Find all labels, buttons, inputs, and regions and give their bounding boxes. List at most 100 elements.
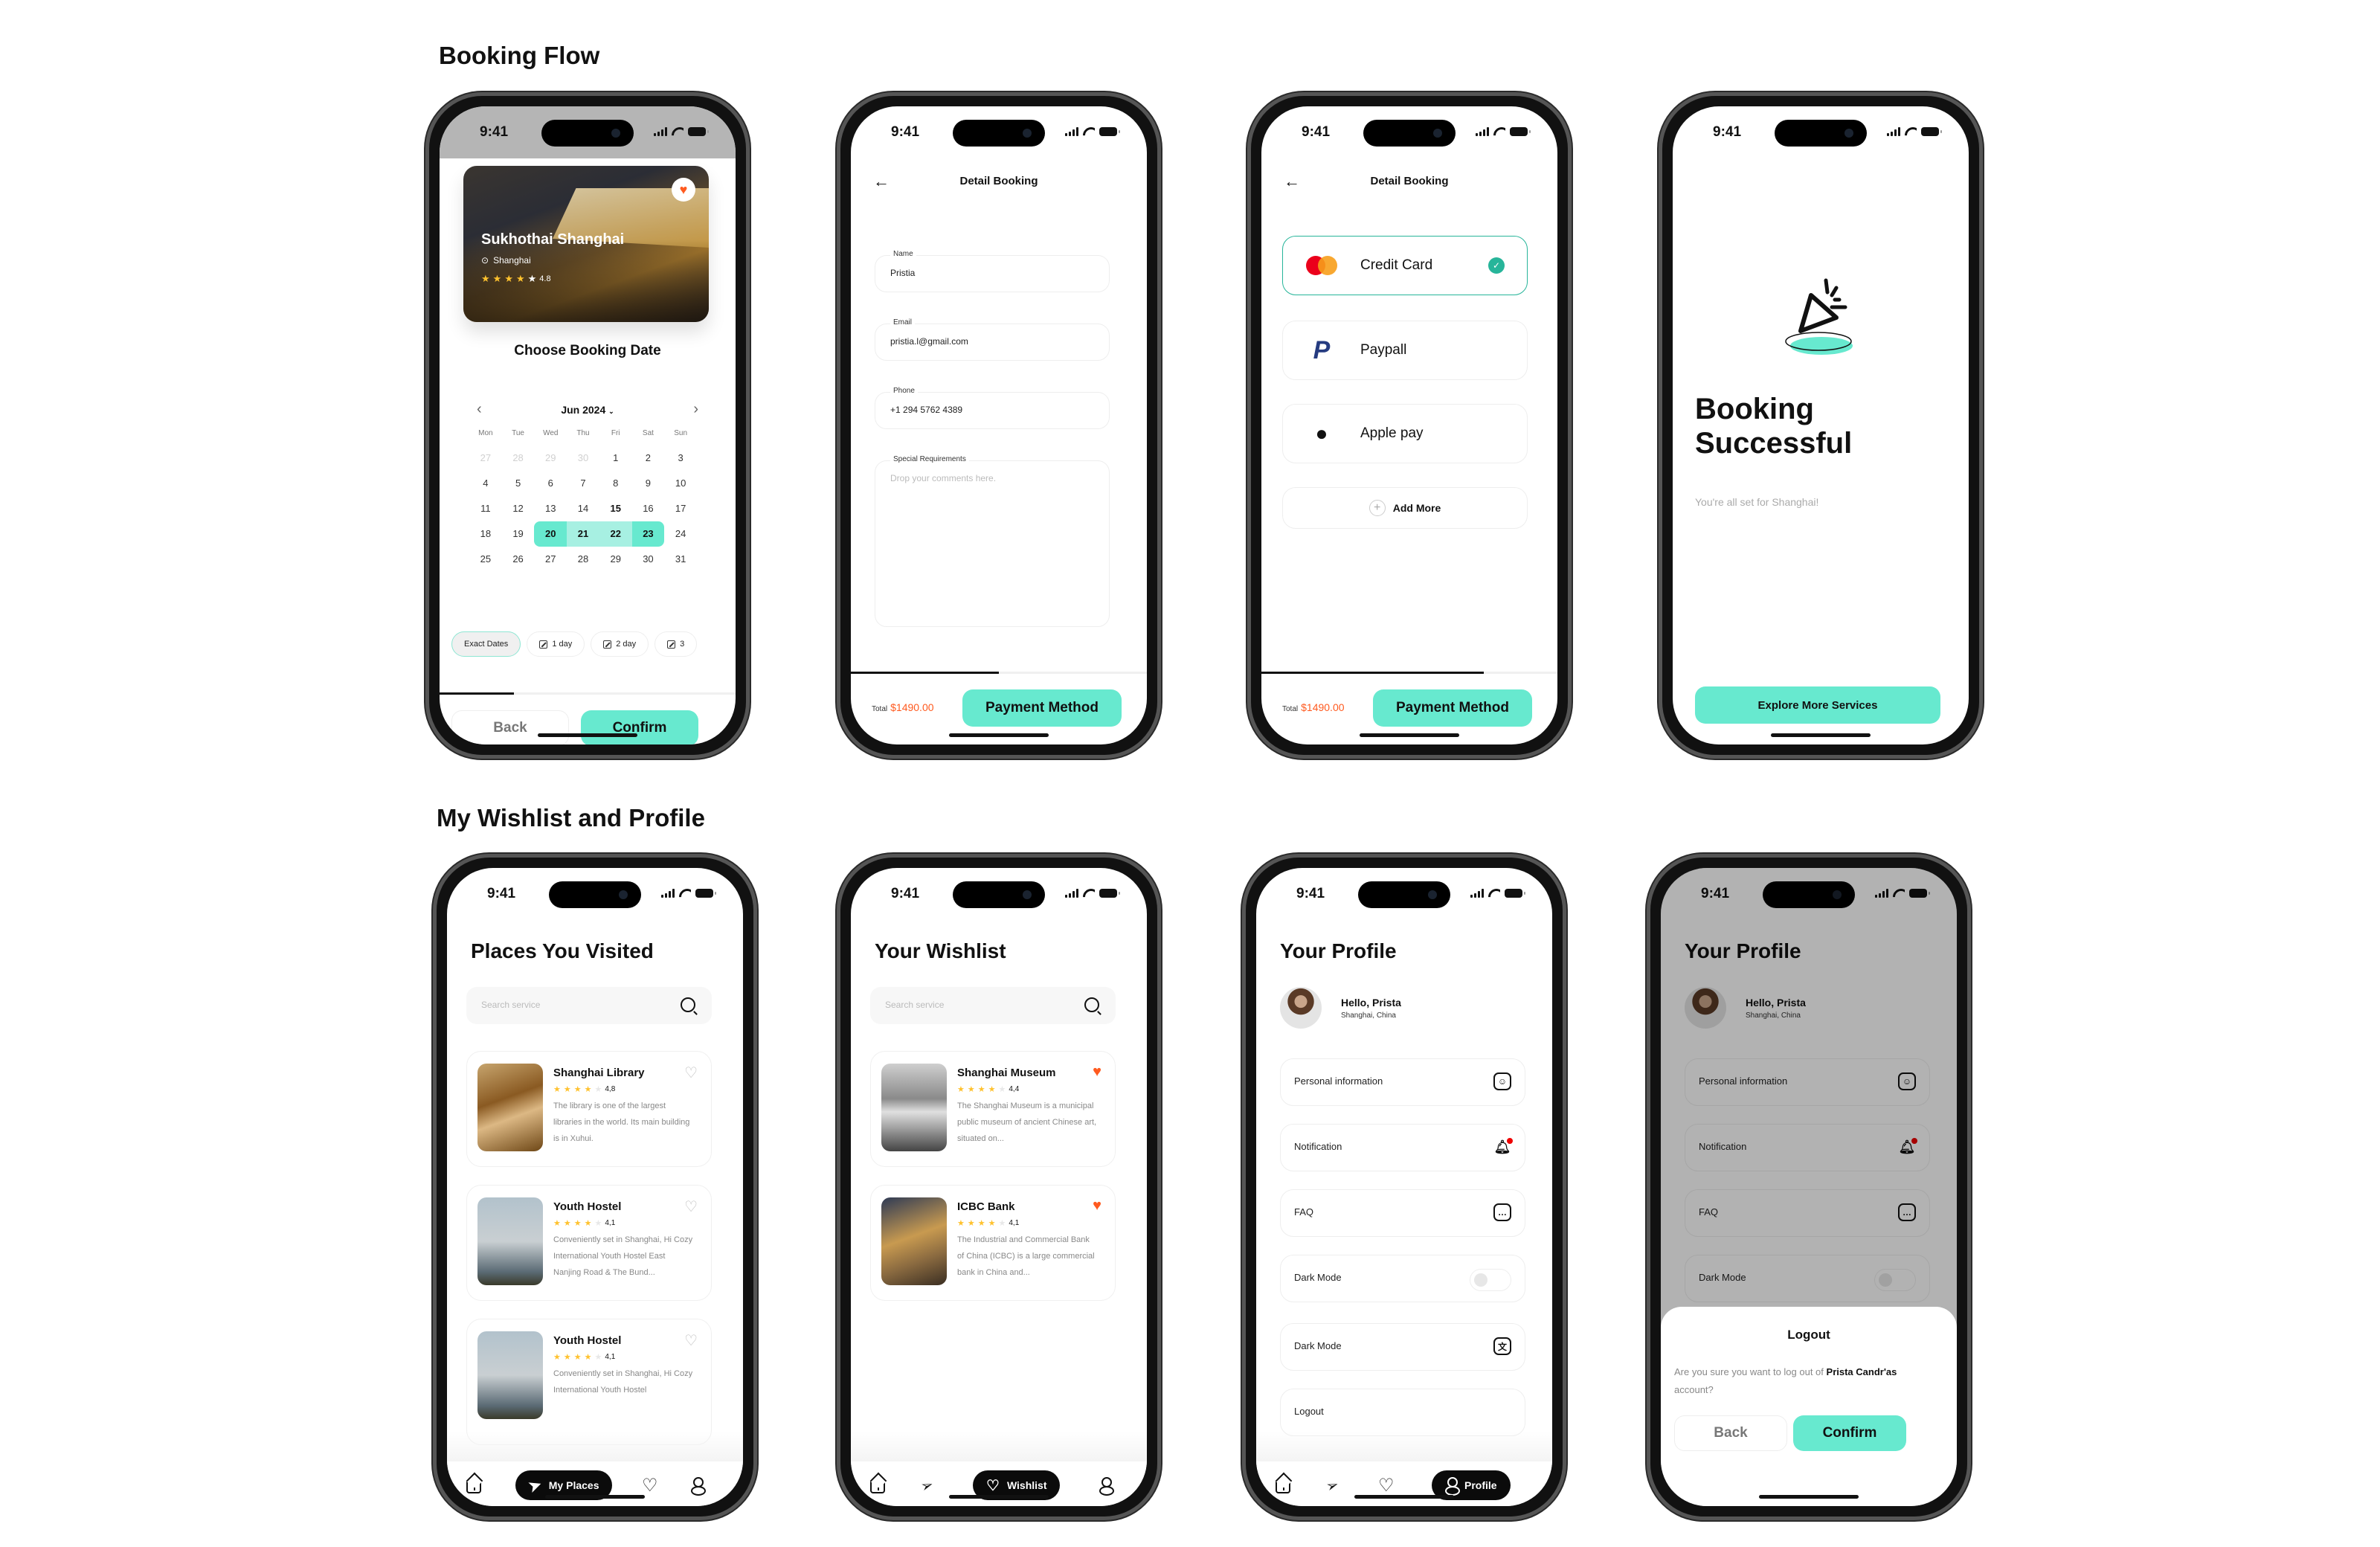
calendar-day[interactable]: 4 xyxy=(469,471,502,496)
calendar-day[interactable]: 28 xyxy=(567,547,599,572)
confirm-logout-button[interactable]: Confirm xyxy=(1793,1415,1906,1451)
search-icon[interactable] xyxy=(1084,997,1099,1012)
tab-home[interactable] xyxy=(1276,1470,1290,1500)
tab-home[interactable] xyxy=(466,1470,481,1500)
star-icon: ★ xyxy=(573,1219,582,1228)
calendar-day[interactable]: 18 xyxy=(469,521,502,547)
name-field[interactable]: Name Pristia xyxy=(875,250,1110,292)
tab-home[interactable] xyxy=(870,1470,885,1500)
profile-row-faq[interactable]: FAQ… xyxy=(1280,1189,1525,1237)
place-card[interactable]: Youth Hostel ★ ★ ★ ★ ★ 4,1 Conveniently set in … xyxy=(466,1319,712,1445)
duration-chip[interactable]: 2 day xyxy=(591,631,649,657)
dark-mode-toggle[interactable] xyxy=(1470,1269,1511,1291)
confirm-button[interactable]: Confirm xyxy=(581,710,698,744)
calendar-day[interactable]: 14 xyxy=(567,496,599,521)
month-selector[interactable]: Jun 2024 ⌄ xyxy=(561,404,614,416)
calendar-day[interactable]: 21 xyxy=(567,521,599,547)
calendar-day[interactable]: 20 xyxy=(534,521,567,547)
payment-option-credit-card[interactable]: Credit Card ✓ xyxy=(1282,236,1528,295)
calendar-day[interactable]: 11 xyxy=(469,496,502,521)
calendar-day[interactable]: 7 xyxy=(567,471,599,496)
dynamic-island xyxy=(953,120,1045,147)
calendar-day[interactable]: 12 xyxy=(502,496,535,521)
tab-my-places[interactable]: ➢ xyxy=(1324,1470,1341,1500)
tab-profile[interactable] xyxy=(1099,1470,1114,1500)
tab-my-places[interactable]: ➢ xyxy=(918,1470,936,1500)
back-button[interactable]: Back xyxy=(451,710,569,744)
back-button[interactable]: Back xyxy=(1674,1415,1787,1451)
total-value: $1490.00 xyxy=(890,701,934,713)
email-field[interactable]: Email pristia.l@gmail.com xyxy=(875,318,1110,361)
calendar-day[interactable]: 10 xyxy=(664,471,697,496)
calendar-day[interactable]: 15 xyxy=(599,496,632,521)
phone-detail-booking: 9:41 ← Detail Booking Name Pristia Email pr… xyxy=(837,92,1161,759)
plus-icon: + xyxy=(1368,500,1386,516)
hotel-card[interactable]: ♥ Sukhothai Shanghai ⊙ Shanghai ★ ★ ★ ★ ★ 4.8 xyxy=(463,166,709,322)
duration-chip[interactable]: 1 day xyxy=(527,631,585,657)
calendar-day[interactable]: 3 xyxy=(664,446,697,471)
place-card[interactable]: Shanghai Library ★ ★ ★ ★ ★ 4,8 The library is o… xyxy=(466,1051,712,1167)
send-icon: ➢ xyxy=(918,1476,936,1496)
profile-row-logout[interactable]: Logout xyxy=(1280,1389,1525,1436)
search-icon[interactable] xyxy=(681,997,695,1012)
duration-chip[interactable]: 3 xyxy=(654,631,698,657)
calendar-day[interactable]: 25 xyxy=(469,547,502,572)
wishlist-card[interactable]: ICBC Bank ★ ★ ★ ★ ★ 4,1 The Industrial and Comm… xyxy=(870,1185,1116,1301)
place-card[interactable]: Youth Hostel ★ ★ ★ ★ ★ 4,1 Conveniently set in … xyxy=(466,1185,712,1301)
calendar-day[interactable]: 29 xyxy=(534,446,567,471)
search-input[interactable]: Search service xyxy=(466,987,712,1024)
calendar-day[interactable]: 8 xyxy=(599,471,632,496)
heart-outline-icon[interactable]: ♡ xyxy=(684,1197,698,1216)
next-month-button[interactable]: › xyxy=(693,401,698,418)
prev-month-button[interactable]: ‹ xyxy=(477,401,482,418)
status-bar: 9:41 xyxy=(1673,106,1969,158)
row-label: Personal information xyxy=(1294,1075,1383,1087)
calendar-day[interactable]: 17 xyxy=(664,496,697,521)
heart-outline-icon: ♡ xyxy=(642,1475,658,1496)
calendar-day[interactable]: 2 xyxy=(632,446,665,471)
calendar-day[interactable]: 28 xyxy=(502,446,535,471)
profile-row-notification[interactable]: Notification 🔔︎ xyxy=(1280,1124,1525,1171)
calendar-day[interactable]: 31 xyxy=(664,547,697,572)
calendar-day[interactable]: 24 xyxy=(664,521,697,547)
special-requirements-textarea[interactable]: Special Requirements Drop your comments h… xyxy=(875,455,1110,627)
battery-icon xyxy=(695,889,716,898)
wishlist-card[interactable]: Shanghai Museum ★ ★ ★ ★ ★ 4,4 The Shanghai Muse… xyxy=(870,1051,1116,1167)
explore-more-services-button[interactable]: Explore More Services xyxy=(1695,686,1940,724)
heart-filled-icon[interactable]: ♥ xyxy=(1093,1197,1101,1215)
logout-sheet: Logout Are you sure you want to log out … xyxy=(1661,1307,1957,1506)
calendar-day[interactable]: 29 xyxy=(599,547,632,572)
heart-filled-icon[interactable]: ♥ xyxy=(1093,1064,1101,1081)
profile-row-dark-mode[interactable]: Dark Mode xyxy=(1280,1255,1525,1302)
calendar-day[interactable]: 16 xyxy=(632,496,665,521)
heart-outline-icon[interactable]: ♡ xyxy=(684,1331,698,1350)
calendar-day[interactable]: 5 xyxy=(502,471,535,496)
calendar-day[interactable]: 30 xyxy=(567,446,599,471)
calendar-day[interactable]: 27 xyxy=(469,446,502,471)
calendar-day[interactable]: 30 xyxy=(632,547,665,572)
calendar-day[interactable]: 6 xyxy=(534,471,567,496)
add-more-payment-button[interactable]: + Add More xyxy=(1282,487,1528,529)
calendar-day[interactable]: 13 xyxy=(534,496,567,521)
payment-method-button[interactable]: Payment Method xyxy=(962,689,1122,727)
payment-method-button[interactable]: Payment Method xyxy=(1373,689,1532,727)
signal-icon xyxy=(661,889,675,898)
payment-option-apple-pay[interactable]: ● Apple pay xyxy=(1282,404,1528,463)
phone-field[interactable]: Phone +1 294 5762 4389 xyxy=(875,387,1110,429)
calendar-day[interactable]: 9 xyxy=(632,471,665,496)
calendar-day[interactable]: 26 xyxy=(502,547,535,572)
calendar-day[interactable]: 23 xyxy=(631,521,665,547)
payment-option-paypal[interactable]: P Paypall xyxy=(1282,321,1528,380)
calendar-day[interactable]: 22 xyxy=(599,521,632,547)
duration-chip[interactable]: Exact Dates xyxy=(451,631,521,657)
avatar[interactable] xyxy=(1280,987,1322,1029)
heart-outline-icon[interactable]: ♡ xyxy=(684,1064,698,1082)
tab-profile[interactable] xyxy=(691,1470,706,1500)
profile-row-language[interactable]: Dark Mode 文 xyxy=(1280,1323,1525,1371)
calendar-day[interactable]: 1 xyxy=(599,446,632,471)
search-input[interactable]: Search service xyxy=(870,987,1116,1024)
calendar-day[interactable]: 19 xyxy=(502,521,535,547)
calendar-day[interactable]: 27 xyxy=(534,547,567,572)
profile-row-personal-information[interactable]: Personal information ☺ xyxy=(1280,1058,1525,1106)
favorite-button[interactable]: ♥ xyxy=(672,178,695,202)
